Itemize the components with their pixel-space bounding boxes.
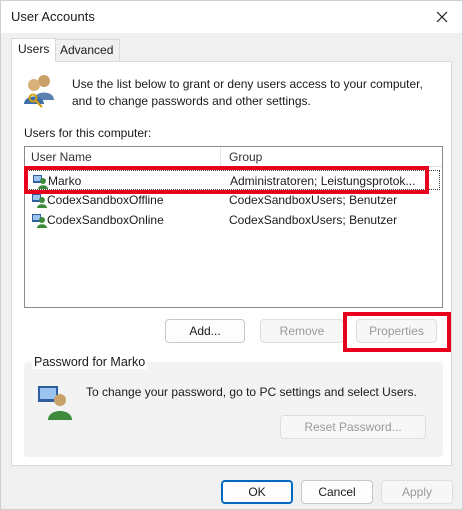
intro-text: Use the list below to grant or deny user… (72, 77, 423, 108)
users-list-label: Users for this computer: (24, 126, 152, 140)
user-name-cell: CodexSandboxOnline (47, 213, 164, 227)
listview-header: User Name Group (25, 147, 442, 167)
user-name-cell: Marko (48, 174, 82, 188)
tab-advanced[interactable]: Advanced (53, 39, 121, 61)
cancel-button[interactable]: Cancel (301, 480, 373, 504)
remove-button[interactable]: Remove (260, 319, 344, 343)
password-group: Password for Marko To change your passwo… (24, 355, 443, 457)
column-divider[interactable] (220, 147, 221, 167)
user-account-icon (33, 175, 48, 189)
tab-users[interactable]: Users (11, 38, 57, 62)
user-row-marko[interactable]: Marko Administratoren; Leistungsprotok..… (27, 170, 440, 190)
user-row-codexsandboxoffline[interactable]: CodexSandboxOffline CodexSandboxUsers; B… (27, 190, 440, 210)
apply-button[interactable]: Apply (381, 480, 453, 504)
user-group-cell: Administratoren; Leistungsprotok... (230, 174, 416, 188)
reset-password-button[interactable]: Reset Password... (280, 415, 426, 439)
user-account-icon (32, 194, 47, 208)
users-tab-panel: Use the list below to grant or deny user… (11, 61, 452, 466)
properties-button[interactable]: Properties (356, 319, 437, 343)
close-button[interactable] (428, 5, 456, 29)
user-accounts-dialog: User Accounts Users Advanced Use the lis… (0, 0, 463, 510)
password-group-title: Password for Marko (32, 355, 148, 369)
user-account-icon (32, 214, 47, 228)
title-bar: User Accounts (1, 1, 462, 33)
ok-button[interactable]: OK (221, 480, 293, 504)
user-group-cell: CodexSandboxUsers; Benutzer (229, 193, 398, 207)
users-listview[interactable]: User Name Group Marko Administratoren; L… (24, 146, 443, 308)
close-icon (436, 11, 448, 23)
user-password-icon (38, 386, 72, 420)
user-name-cell: CodexSandboxOffline (47, 193, 164, 207)
users-keys-icon (24, 75, 54, 108)
user-group-cell: CodexSandboxUsers; Benutzer (229, 213, 398, 227)
password-instructions: To change your password, go to PC settin… (86, 385, 417, 399)
window-title: User Accounts (11, 9, 95, 24)
column-user-name[interactable]: User Name (31, 150, 92, 164)
column-group[interactable]: Group (229, 150, 262, 164)
user-row-codexsandboxonline[interactable]: CodexSandboxOnline CodexSandboxUsers; Be… (27, 210, 440, 230)
add-button[interactable]: Add... (165, 319, 245, 343)
